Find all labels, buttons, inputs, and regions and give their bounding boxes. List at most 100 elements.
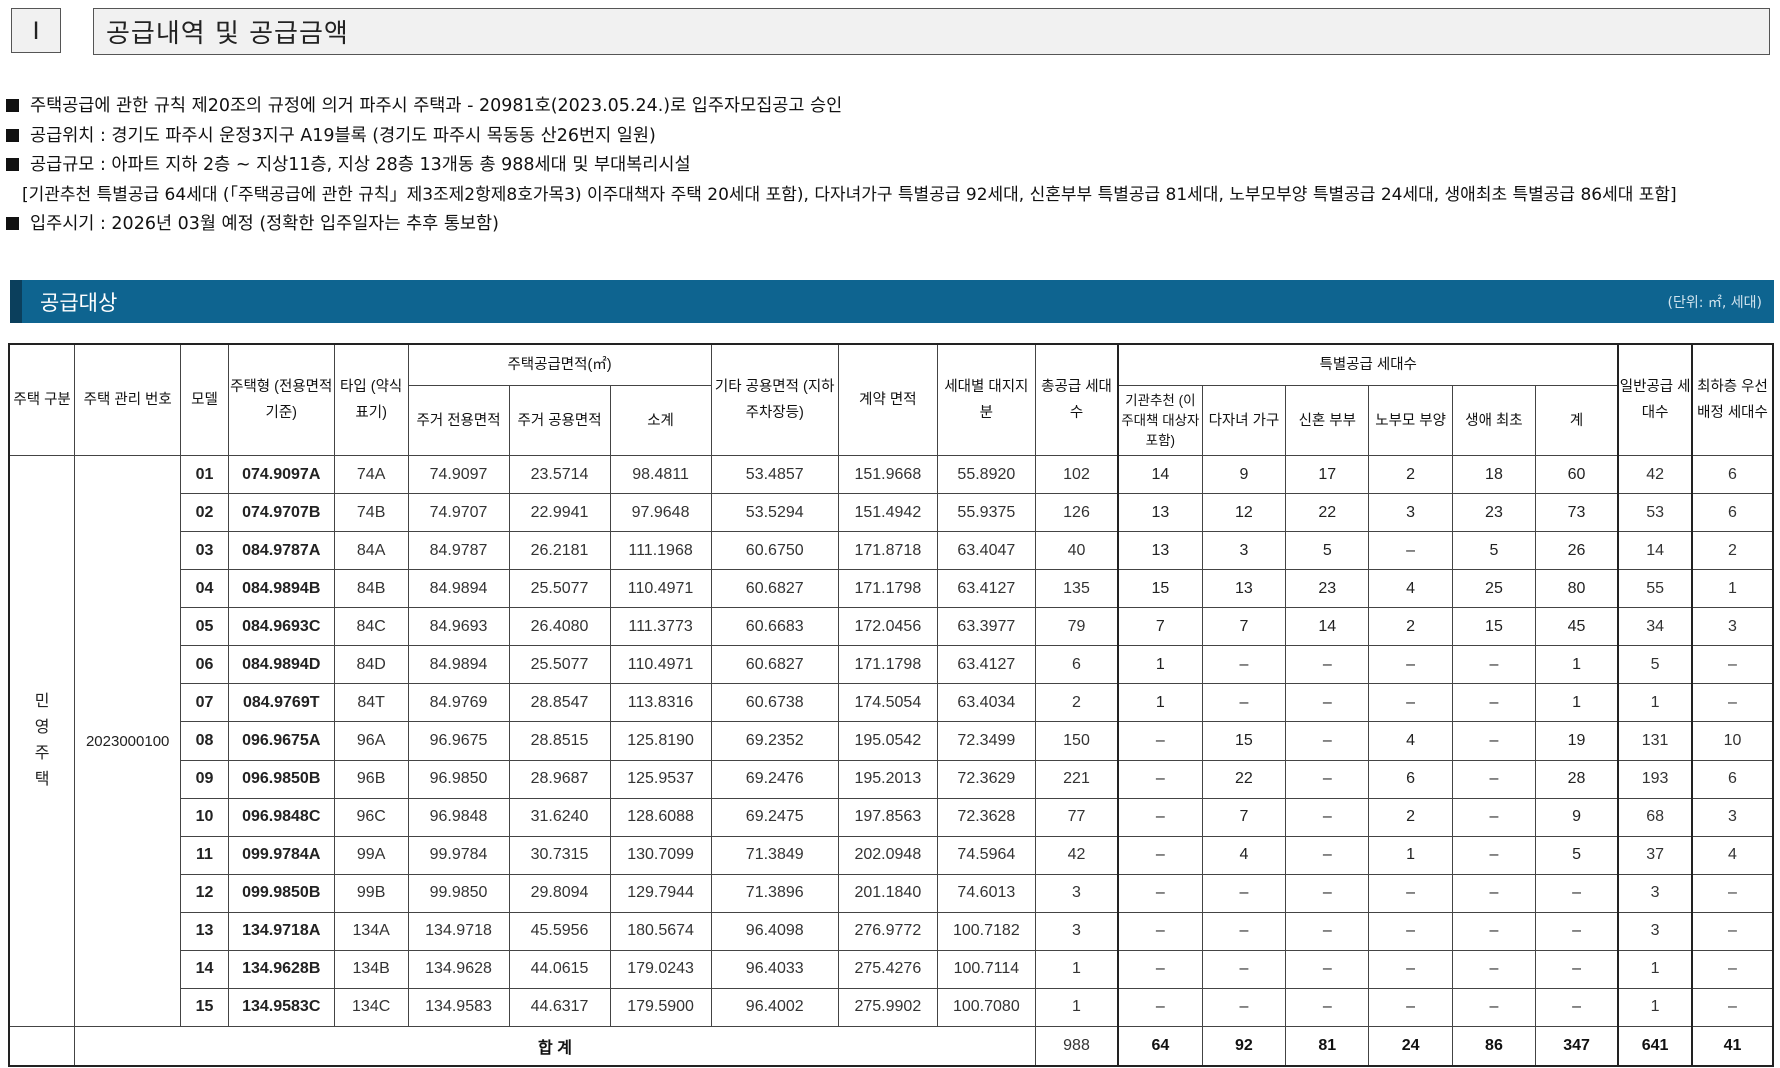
cell-model: 10 [180, 797, 229, 837]
housing-category-char: 택 [34, 771, 50, 788]
cell-type-short: 96B [333, 759, 409, 799]
cell-exclusive: 134.9583 [407, 987, 510, 1028]
cell-first-life: – [1452, 721, 1536, 761]
cell-other-common: 60.6827 [710, 645, 839, 685]
cell-exclusive: 74.9097 [407, 454, 510, 495]
cell-contract-area: 202.0948 [837, 835, 938, 875]
cell-general: 3 [1617, 911, 1693, 951]
cell-newlywed: – [1285, 645, 1370, 685]
cell-land-share: 63.4127 [936, 645, 1036, 685]
cell-multi-child: 12 [1201, 493, 1287, 533]
cell-elderly: – [1368, 911, 1454, 951]
cell-total-units: 3 [1034, 911, 1120, 951]
table-row: 06 084.9894D 84D 84.9894 25.5077 110.4971 60.6… [9, 645, 1774, 685]
cell-total-units: 79 [1034, 607, 1120, 647]
totals-general: 641 [1617, 1026, 1693, 1067]
cell-lowest-floor: 1 [1691, 569, 1774, 609]
cell-institution: – [1117, 721, 1203, 761]
cell-type-short: 84A [333, 531, 409, 571]
cell-first-life: – [1452, 949, 1536, 989]
cell-subtotal: 111.3773 [609, 607, 712, 647]
cell-special-total: – [1534, 911, 1620, 951]
cell-type-short: 84C [333, 607, 409, 647]
notice-list: 주택공급에 관한 규칙 제20조의 규정에 의거 파주시 주택과 - 20981… [6, 92, 1766, 240]
cell-special-total: 9 [1534, 797, 1620, 837]
housing-category-char: 민 [34, 693, 50, 710]
cell-common: 28.8515 [508, 721, 611, 761]
cell-unit-type: 084.9894B [227, 569, 335, 609]
cell-type-short: 84B [333, 569, 409, 609]
table-row: 15 134.9583C 134C 134.9583 44.6317 179.5900 96… [9, 987, 1774, 1028]
cell-exclusive: 134.9628 [407, 949, 510, 989]
cell-multi-child: 9 [1201, 454, 1287, 495]
cell-exclusive: 99.9850 [407, 873, 510, 913]
cell-subtotal: 113.8316 [609, 683, 712, 723]
cell-other-common: 53.4857 [710, 454, 839, 495]
cell-total-units: 6 [1034, 645, 1120, 685]
cell-institution: 15 [1117, 569, 1203, 609]
supply-table: 주택 구분 주택 관리 번호 모델 주택형 (전용면적 기준) 타입 (약식 표… [8, 343, 1774, 1067]
cell-common: 29.8094 [508, 873, 611, 913]
cell-total-units: 42 [1034, 835, 1120, 875]
cell-elderly: 4 [1368, 569, 1454, 609]
cell-elderly: – [1368, 987, 1454, 1028]
square-bullet-icon [6, 158, 19, 171]
cell-exclusive: 74.9707 [407, 493, 510, 533]
cell-lowest-floor: 4 [1691, 835, 1774, 875]
cell-land-share: 72.3629 [936, 759, 1036, 799]
cell-total-units: 40 [1034, 531, 1120, 571]
cell-lowest-floor: 10 [1691, 721, 1774, 761]
col-type-short: 타입 (약식 표기) [333, 343, 409, 456]
cell-model: 12 [180, 873, 229, 913]
cell-type-short: 96A [333, 721, 409, 761]
cell-newlywed: 22 [1285, 493, 1370, 533]
cell-subtotal: 128.6088 [609, 797, 712, 837]
cell-other-common: 96.4002 [710, 987, 839, 1028]
cell-institution: 13 [1117, 531, 1203, 571]
cell-multi-child: – [1201, 987, 1287, 1028]
table-row: 12 099.9850B 99B 99.9850 29.8094 129.7944 71.3… [9, 873, 1774, 913]
cell-other-common: 96.4098 [710, 911, 839, 951]
cell-general: 1 [1617, 949, 1693, 989]
cell-lowest-floor: – [1691, 911, 1774, 951]
col-contract-area: 계약 면적 [837, 343, 938, 456]
cell-elderly: 3 [1368, 493, 1454, 533]
cell-institution: – [1117, 759, 1203, 799]
cell-first-life: – [1452, 683, 1536, 723]
cell-unit-type: 084.9787A [227, 531, 335, 571]
cell-unit-type: 134.9583C [227, 987, 335, 1028]
cell-land-share: 100.7114 [936, 949, 1036, 989]
cell-general: 68 [1617, 797, 1693, 837]
cell-subtotal: 179.0243 [609, 949, 712, 989]
cell-land-share: 55.9375 [936, 493, 1036, 533]
col-housing-type: 주택 구분 [8, 343, 76, 456]
cell-special-total: – [1534, 949, 1620, 989]
cell-institution: – [1117, 873, 1203, 913]
cell-exclusive: 84.9894 [407, 569, 510, 609]
notice-move-in: 입주시기 : 2026년 03월 예정 (정확한 입주일자는 추후 통보함) [6, 210, 1766, 240]
cell-first-life: – [1452, 987, 1536, 1028]
cell-newlywed: – [1285, 949, 1370, 989]
cell-institution: – [1117, 987, 1203, 1028]
cell-subtotal: 97.9648 [609, 493, 712, 533]
cell-institution: 1 [1117, 683, 1203, 723]
cell-first-life: 18 [1452, 454, 1536, 495]
table-row: 11 099.9784A 99A 99.9784 30.7315 130.7099 71.3… [9, 835, 1774, 875]
cell-common: 30.7315 [508, 835, 611, 875]
cell-lowest-floor: – [1691, 987, 1774, 1028]
cell-newlywed: – [1285, 797, 1370, 837]
cell-special-total: 5 [1534, 835, 1620, 875]
cell-total-units: 1 [1034, 949, 1120, 989]
cell-first-life: – [1452, 835, 1536, 875]
cell-exclusive: 96.9848 [407, 797, 510, 837]
housing-category: 민영주택 [8, 455, 76, 1027]
cell-newlywed: – [1285, 835, 1370, 875]
cell-elderly: 6 [1368, 759, 1454, 799]
cell-total-units: 126 [1034, 493, 1120, 533]
cell-other-common: 96.4033 [710, 949, 839, 989]
notice-location: 공급위치 : 경기도 파주시 운정3지구 A19블록 (경기도 파주시 목동동 … [6, 122, 1766, 152]
col-land-share: 세대별 대지지분 [936, 343, 1036, 456]
cell-unit-type: 134.9718A [227, 911, 335, 951]
cell-contract-area: 171.1798 [837, 569, 938, 609]
cell-multi-child: – [1201, 873, 1287, 913]
